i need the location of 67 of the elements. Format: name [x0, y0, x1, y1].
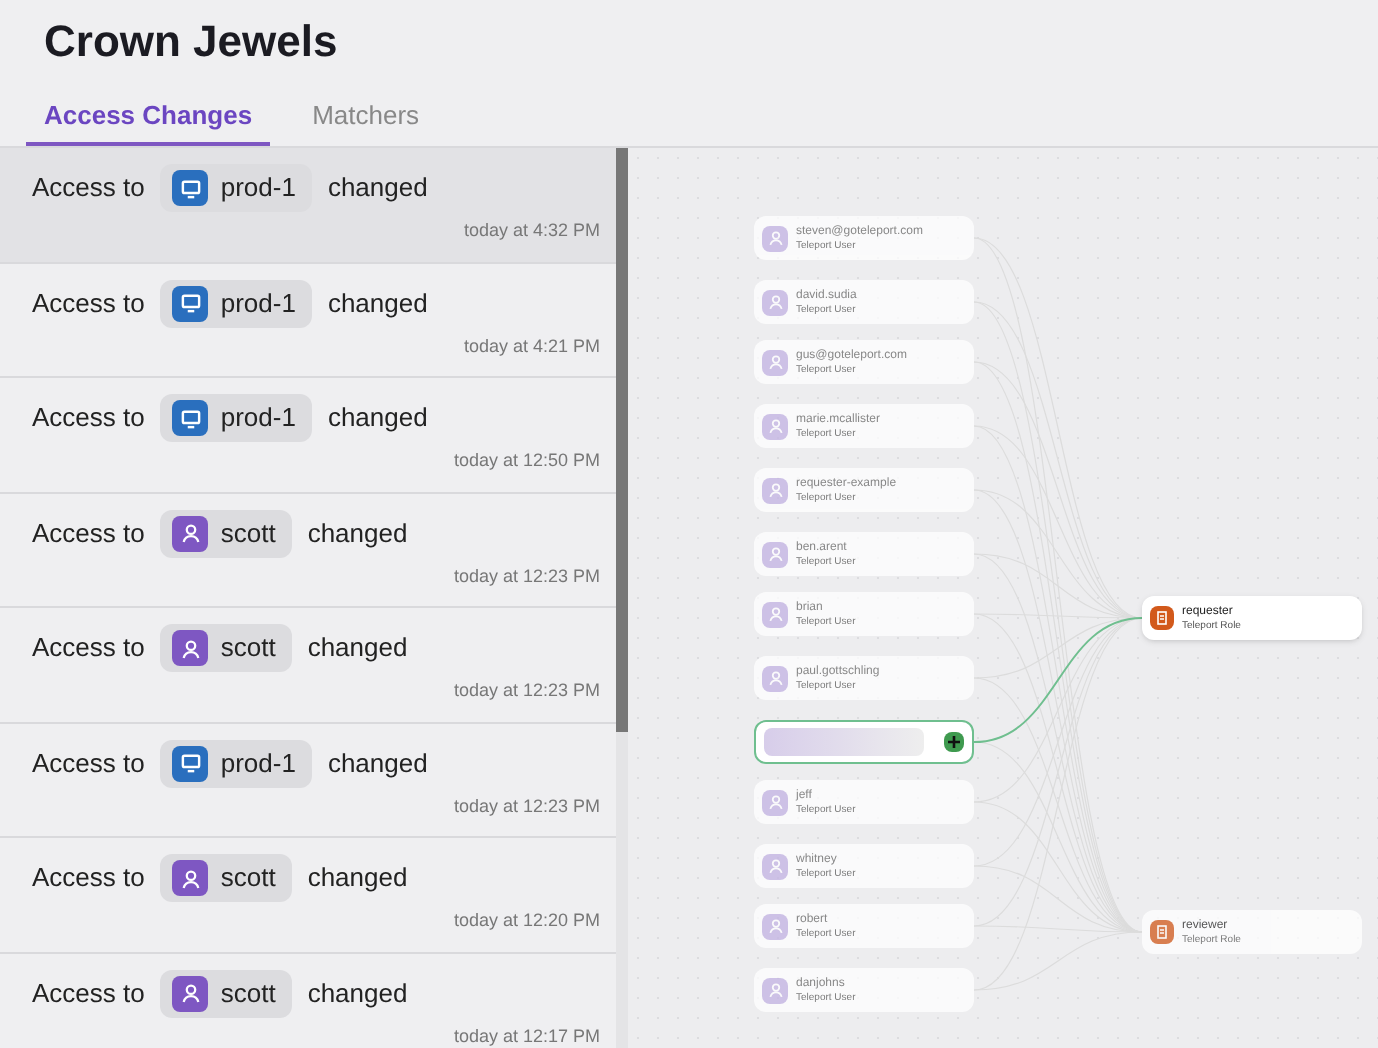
- change-prefix: Access to: [32, 975, 145, 1012]
- user-icon: [762, 477, 788, 503]
- user-icon: [762, 977, 788, 1003]
- change-prefix: Access to: [32, 400, 145, 437]
- change-suffix: changed: [327, 170, 428, 207]
- change-prefix: Access to: [32, 515, 145, 552]
- user-icon: [762, 349, 788, 375]
- scrollbar-thumb[interactable]: [616, 148, 628, 732]
- user-icon: [762, 541, 788, 567]
- change-suffix: changed: [307, 630, 408, 667]
- user-icon: [762, 789, 788, 815]
- document-icon: [1150, 920, 1174, 944]
- monitor-icon: [172, 170, 209, 206]
- user-icon: [762, 853, 788, 879]
- user-icon: [172, 515, 209, 551]
- resource-chip[interactable]: prod-1: [160, 739, 312, 787]
- add-icon[interactable]: [944, 732, 964, 752]
- change-suffix: changed: [307, 515, 408, 552]
- document-icon: [1150, 606, 1174, 630]
- change-time: today at 12:17 PM: [453, 1023, 600, 1048]
- user-icon: [762, 289, 788, 315]
- change-suffix: changed: [327, 745, 428, 782]
- change-time: today at 12:50 PM: [453, 448, 600, 474]
- monitor-icon: [172, 285, 209, 321]
- user-icon: [762, 665, 788, 691]
- change-row[interactable]: Access to prod-1 changed today at 4:21 PM: [0, 263, 616, 378]
- change-suffix: changed: [307, 860, 408, 897]
- change-suffix: changed: [327, 400, 428, 437]
- user-icon: [762, 225, 788, 251]
- user-icon: [172, 860, 209, 896]
- user-icon: [172, 975, 209, 1011]
- resource-chip[interactable]: scott: [160, 509, 292, 557]
- page-title: Crown Jewels: [44, 20, 340, 64]
- user-icon: [762, 601, 788, 627]
- resource-chip[interactable]: scott: [160, 624, 292, 672]
- change-prefix: Access to: [32, 170, 145, 207]
- resource-chip[interactable]: prod-1: [160, 279, 312, 327]
- change-row[interactable]: Access to prod-1 changed today at 12:23 PM: [0, 723, 616, 838]
- change-time: today at 12:23 PM: [453, 563, 600, 590]
- user-node[interactable]: [754, 720, 974, 764]
- change-row[interactable]: Access to scott changed today at 12:23 PM: [0, 608, 616, 723]
- change-row[interactable]: Access to prod-1 changed today at 4:32 PM: [0, 148, 616, 263]
- change-prefix: Access to: [32, 630, 145, 667]
- user-icon: [172, 630, 209, 666]
- change-time: today at 4:21 PM: [463, 333, 600, 360]
- change-suffix: changed: [307, 975, 408, 1012]
- change-time: today at 4:32 PM: [463, 218, 600, 244]
- change-row[interactable]: Access to prod-1 changed today at 12:50 PM: [0, 378, 616, 493]
- user-icon: [762, 413, 788, 439]
- user-icon: [762, 913, 788, 939]
- change-row[interactable]: Access to scott changed today at 12:20 PM: [0, 838, 616, 953]
- change-prefix: Access to: [32, 285, 145, 322]
- resource-chip[interactable]: prod-1: [160, 164, 312, 212]
- resource-chip[interactable]: scott: [160, 969, 292, 1017]
- resource-chip[interactable]: scott: [160, 854, 292, 902]
- resource-chip[interactable]: prod-1: [160, 394, 312, 442]
- change-prefix: Access to: [32, 860, 145, 897]
- monitor-icon: [172, 745, 209, 781]
- change-prefix: Access to: [32, 745, 145, 782]
- change-row[interactable]: Access to scott changed today at 12:17 PM: [0, 953, 616, 1048]
- change-time: today at 12:23 PM: [453, 678, 600, 704]
- scrollbar[interactable]: [616, 148, 628, 1048]
- change-suffix: changed: [327, 285, 428, 322]
- monitor-icon: [172, 400, 209, 436]
- change-time: today at 12:20 PM: [453, 908, 600, 934]
- change-time: today at 12:23 PM: [453, 793, 600, 820]
- change-row[interactable]: Access to scott changed today at 12:23 PM: [0, 493, 616, 608]
